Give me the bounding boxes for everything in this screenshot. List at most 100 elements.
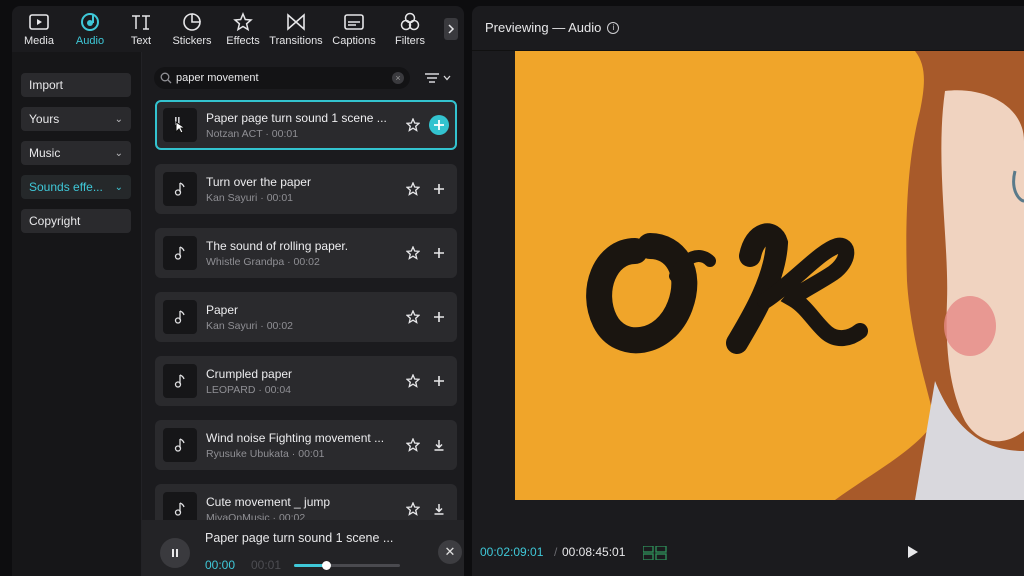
- toolbar-more-button[interactable]: [444, 18, 458, 40]
- favorite-button[interactable]: [403, 243, 423, 263]
- player-progress-bar[interactable]: [294, 561, 400, 570]
- clear-search-button[interactable]: ×: [392, 72, 404, 84]
- favorite-button[interactable]: [403, 115, 423, 135]
- sidebar-item-import[interactable]: Import: [21, 73, 131, 97]
- close-icon: ✕: [444, 544, 456, 559]
- plus-icon: [434, 312, 444, 322]
- tab-text-label: Text: [130, 35, 152, 47]
- chevron-down-icon: ⌄: [114, 113, 123, 125]
- timecode-current: 00:02:09:01: [480, 545, 544, 559]
- transitions-icon: [285, 12, 307, 32]
- chevron-down-icon: ⌄: [114, 181, 123, 193]
- add-to-timeline-button[interactable]: [429, 307, 449, 327]
- sidebar-item-music[interactable]: Music ⌄: [21, 141, 131, 165]
- sound-title: Paper page turn sound 1 scene ...: [206, 110, 387, 125]
- sound-author: Kan Sayuri: [206, 191, 258, 204]
- preview-panel: Previewing — Audio i 00:02:09:01 / 00:08…: [472, 6, 1024, 576]
- add-to-timeline-button[interactable]: [429, 243, 449, 263]
- sidebar-item-label: Import: [29, 78, 64, 92]
- stickers-icon: [181, 12, 203, 32]
- sidebar-item-yours[interactable]: Yours ⌄: [21, 107, 131, 131]
- timecode-separator: /: [554, 545, 558, 559]
- sound-item[interactable]: The sound of rolling paper. Whistle Gran…: [155, 228, 457, 278]
- sound-item[interactable]: Crumpled paper LEOPARD · 00:04: [155, 356, 457, 406]
- sidebar-item-label: Yours: [29, 112, 60, 126]
- timecode-total: 00:08:45:01: [562, 545, 626, 559]
- search-query: paper movement: [176, 72, 259, 84]
- cursor-icon: [175, 117, 187, 134]
- tab-stickers-label: Stickers: [172, 35, 212, 47]
- filter-icon: [424, 73, 439, 83]
- sound-title: The sound of rolling paper.: [206, 238, 349, 253]
- favorite-button[interactable]: [403, 307, 423, 327]
- download-button[interactable]: [429, 435, 449, 455]
- music-note-icon: [163, 300, 197, 334]
- add-to-timeline-button[interactable]: [429, 179, 449, 199]
- star-icon: [406, 310, 420, 324]
- filter-button[interactable]: [422, 70, 452, 86]
- layout-grid-icon[interactable]: [643, 546, 667, 560]
- music-note-icon: [163, 364, 197, 398]
- plus-icon: [434, 376, 444, 386]
- sound-item[interactable]: Paper page turn sound 1 scene ... Notzan…: [155, 100, 457, 150]
- add-to-timeline-button[interactable]: [429, 115, 449, 135]
- download-icon: [434, 440, 444, 451]
- download-icon: [434, 504, 444, 515]
- tab-filters[interactable]: Filters: [382, 6, 438, 52]
- tab-transitions[interactable]: Transitions: [266, 6, 326, 52]
- add-to-timeline-button[interactable]: [429, 371, 449, 391]
- search-input[interactable]: paper movement ×: [154, 67, 410, 89]
- sound-item[interactable]: Wind noise Fighting movement ... Ryusuke…: [155, 420, 457, 470]
- player-current-time: 00:00: [205, 558, 236, 572]
- favorite-button[interactable]: [403, 435, 423, 455]
- tab-captions[interactable]: Captions: [326, 6, 382, 52]
- preview-image: [515, 51, 1024, 500]
- app-window: Media Audio Text Stickers Effects Transi…: [0, 0, 1024, 576]
- tab-text[interactable]: Text: [118, 6, 164, 52]
- favorite-button[interactable]: [403, 371, 423, 391]
- tab-transitions-label: Transitions: [269, 35, 323, 47]
- sound-item[interactable]: Paper Kan Sayuri · 00:02: [155, 292, 457, 342]
- sound-results-area: paper movement × Paper page turn sound 1…: [142, 52, 464, 576]
- sound-author: Whistle Grandpa: [206, 255, 285, 268]
- sidebar-item-sound-effects[interactable]: Sounds effe... ⌄: [21, 175, 131, 199]
- favorite-button[interactable]: [403, 179, 423, 199]
- player-title: Paper page turn sound 1 scene ...: [205, 531, 394, 545]
- effects-icon: [232, 12, 254, 32]
- tab-effects[interactable]: Effects: [220, 6, 266, 52]
- sidebar-item-label: Music: [29, 146, 61, 160]
- sound-title: Cute movement _ jump: [206, 494, 331, 509]
- sound-title: Turn over the paper: [206, 174, 311, 189]
- download-button[interactable]: [429, 499, 449, 519]
- tab-media[interactable]: Media: [16, 6, 62, 52]
- sound-author: LEOPARD: [206, 383, 256, 396]
- filters-icon: [399, 12, 421, 32]
- star-icon: [406, 182, 420, 196]
- sound-title: Crumpled paper: [206, 366, 293, 381]
- sound-duration: 00:01: [271, 127, 299, 140]
- plus-icon: [434, 120, 444, 130]
- audio-mini-player: Paper page turn sound 1 scene ... 00:00 …: [142, 520, 464, 576]
- star-icon: [406, 374, 420, 388]
- tab-effects-label: Effects: [226, 35, 260, 47]
- tab-stickers[interactable]: Stickers: [164, 6, 220, 52]
- star-icon: [406, 502, 420, 516]
- sound-duration: 00:04: [264, 383, 292, 396]
- play-icon[interactable]: [904, 544, 920, 560]
- sound-duration: 00:01: [266, 191, 293, 204]
- tab-audio-label: Audio: [75, 35, 105, 47]
- player-progress-handle[interactable]: [321, 561, 331, 570]
- close-player-button[interactable]: ✕: [438, 540, 462, 564]
- tab-audio[interactable]: Audio: [62, 6, 118, 52]
- info-icon[interactable]: i: [607, 21, 620, 34]
- pause-button[interactable]: [160, 538, 190, 568]
- preview-title: Previewing — Audio: [485, 20, 602, 35]
- sound-thumbnail: [163, 108, 197, 142]
- chevron-right-icon: [448, 24, 455, 34]
- sidebar-item-copyright[interactable]: Copyright: [21, 209, 131, 233]
- star-icon: [406, 118, 420, 132]
- sound-author: Ryusuke Ubukata: [206, 447, 289, 460]
- sound-item[interactable]: Turn over the paper Kan Sayuri · 00:01: [155, 164, 457, 214]
- tab-media-label: Media: [24, 35, 54, 47]
- favorite-button[interactable]: [403, 499, 423, 519]
